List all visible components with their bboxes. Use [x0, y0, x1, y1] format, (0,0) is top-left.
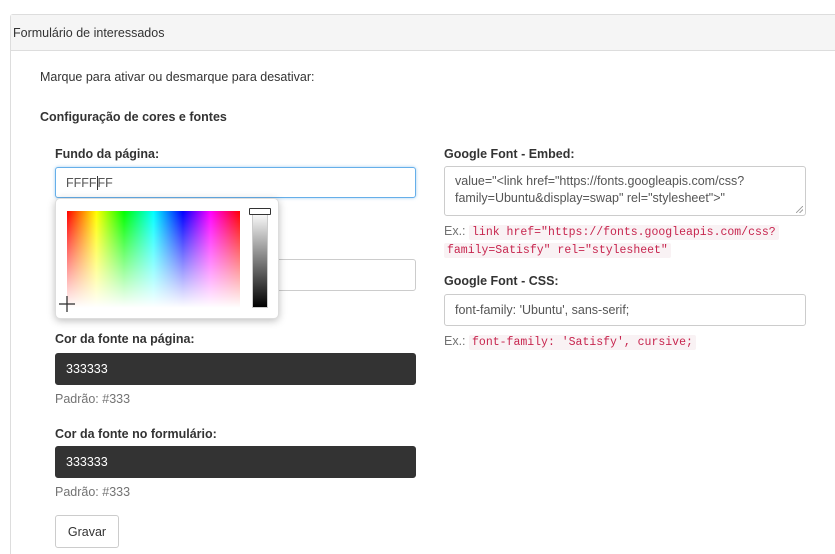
gf-css-ex-prefix: Ex.:	[444, 334, 466, 348]
gf-embed-ex-code2: family=Satisfy" rel="stylesheet"	[444, 243, 671, 258]
gf-embed-label: Google Font - Embed:	[444, 147, 575, 161]
page-bg-label: Fundo da página:	[55, 147, 160, 161]
gf-embed-line2: family=Ubuntu&display=swap" rel="stylesh…	[455, 191, 725, 205]
page-bg-value-b: FF	[97, 175, 113, 190]
section-title: Configuração de cores e fontes	[40, 110, 227, 124]
page-font-input[interactable]: 333333	[55, 353, 416, 385]
form-font-help: Padrão: #333	[55, 485, 131, 499]
gf-css-ex-code: font-family: 'Satisfy', cursive;	[469, 335, 696, 350]
gf-embed-example: Ex.: link href="https://fonts.googleapis…	[444, 223, 779, 259]
gf-css-example: Ex.: font-family: 'Satisfy', cursive;	[444, 334, 696, 351]
form-font-label: Cor da fonte no formulário:	[55, 427, 217, 441]
saturation-value-area[interactable]	[67, 211, 240, 308]
save-button[interactable]: Gravar	[55, 515, 119, 548]
gf-embed-line1: value="<link href="https://fonts.googlea…	[455, 174, 745, 188]
lightness-slider[interactable]	[252, 211, 268, 308]
gf-embed-textarea[interactable]: value="<link href="https://fonts.googlea…	[444, 166, 806, 216]
page-font-value: 333333	[66, 362, 108, 376]
gf-embed-ex-code1: link href="https://fonts.googleapis.com/…	[469, 225, 779, 240]
picker-crosshair-icon[interactable]	[59, 296, 75, 312]
page-font-help: Padrão: #333	[55, 392, 131, 406]
page-bg-input[interactable]: FFFF FF	[55, 167, 416, 198]
resize-handle-icon[interactable]	[796, 206, 803, 213]
color-picker-popup[interactable]	[55, 198, 279, 319]
form-font-value: 333333	[66, 455, 108, 469]
form-font-input[interactable]: 333333	[55, 446, 416, 478]
gf-css-input[interactable]: font-family: 'Ubuntu', sans-serif;	[444, 294, 806, 326]
gf-css-value: font-family: 'Ubuntu', sans-serif;	[455, 303, 630, 317]
page-bg-value-a: FFFF	[66, 175, 97, 190]
intro-text: Marque para ativar ou desmarque para des…	[40, 70, 315, 84]
slider-handle[interactable]	[249, 208, 271, 215]
panel-title: Formulário de interessados	[13, 26, 165, 40]
gf-embed-ex-prefix: Ex.:	[444, 224, 466, 238]
panel-heading: Formulário de interessados	[11, 15, 835, 51]
page-font-label: Cor da fonte na página:	[55, 332, 195, 346]
gf-css-label: Google Font - CSS:	[444, 274, 559, 288]
